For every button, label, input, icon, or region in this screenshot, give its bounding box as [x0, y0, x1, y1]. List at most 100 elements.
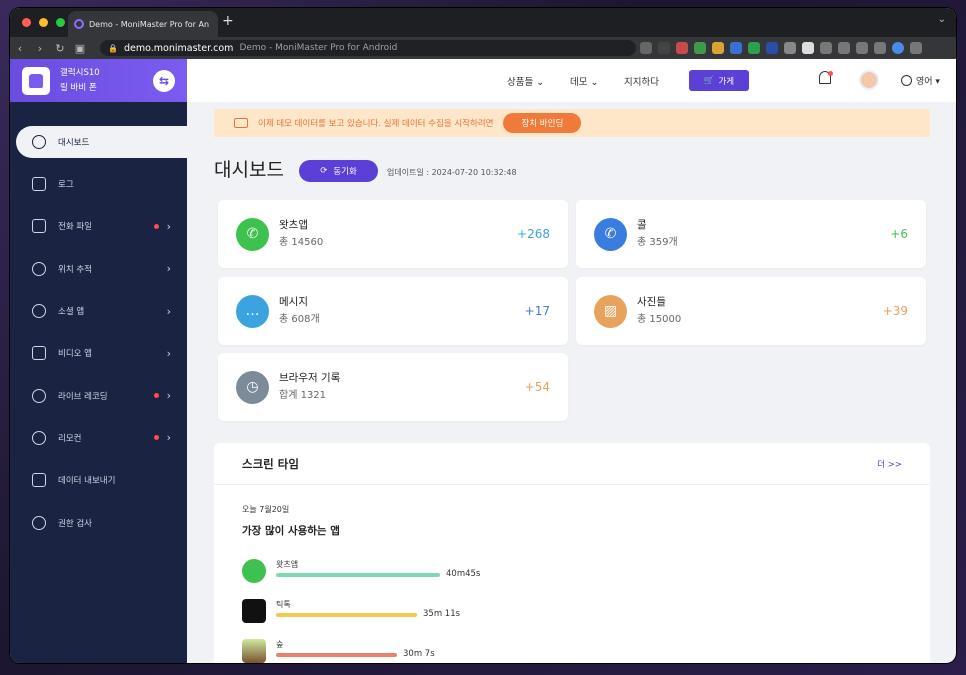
sidebar-item-label: 데이터 내보내기 — [58, 476, 116, 487]
nav-products[interactable]: 상품들 ⌄ — [507, 74, 544, 88]
extension-icon[interactable] — [676, 42, 688, 54]
lock-icon: 🔒 — [108, 43, 118, 53]
card-count: +6 — [890, 227, 908, 241]
language-label: 영어 ▾ — [916, 77, 940, 87]
phone-icon: ✆ — [594, 217, 627, 251]
forward-icon[interactable]: › — [30, 42, 50, 55]
sidebar-item-label: 비디오 앱 — [58, 349, 92, 360]
extension-icon[interactable] — [748, 42, 760, 54]
sidebar-icon[interactable] — [874, 42, 886, 54]
sidebar-item-permission-check[interactable]: 권한 검사 — [10, 501, 187, 543]
url-domain: demo.monimaster.com — [123, 42, 234, 54]
profile-icon[interactable] — [892, 42, 904, 54]
sidebar-item-phone-files[interactable]: 전화 파일 › — [10, 205, 187, 247]
sidebar-item-live-recording[interactable]: 라이브 레코딩 › — [10, 374, 187, 416]
sidebar-item-label: 소셜 앱 — [58, 307, 85, 318]
sidebar-item-remote[interactable]: 리모컨 › — [10, 417, 187, 459]
usage-bar — [276, 573, 440, 577]
switch-device-icon[interactable]: ⇆ — [153, 69, 175, 92]
sync-button-label: 동기화 — [333, 167, 357, 177]
chevron-right-icon: › — [166, 219, 171, 233]
nav-support[interactable]: 지지하다 — [624, 74, 659, 88]
minimize-window-button[interactable] — [39, 18, 48, 27]
bookmark-star-icon[interactable] — [658, 42, 670, 54]
address-bar-row: ‹ › ↻ ▣ 🔒 demo.monimaster.com Demo - Mon… — [10, 37, 956, 59]
sidebar-item-video-apps[interactable]: 비디오 앱 › — [10, 332, 187, 374]
card-total: 총 15000 — [637, 314, 682, 325]
extension-icon[interactable] — [694, 42, 706, 54]
notification-dot — [154, 223, 159, 229]
tab-search-chevron-icon[interactable]: ⌄ — [938, 14, 946, 25]
back-icon[interactable]: ‹ — [10, 42, 30, 55]
extension-icon[interactable] — [712, 42, 724, 54]
more-link[interactable]: 더 >> — [877, 458, 902, 470]
card-title: 메시지 — [279, 296, 308, 308]
usage-time: 35m 11s — [423, 609, 461, 619]
card-title: 콜 — [637, 219, 647, 231]
url-page-title: Demo - MoniMaster Pro for Android — [239, 43, 398, 53]
nav-demo[interactable]: 데모 ⌄ — [570, 74, 598, 88]
location-target-icon — [32, 261, 46, 276]
reader-icon[interactable]: ▣ — [70, 42, 90, 55]
sidebar-item-label: 로그 — [58, 180, 74, 191]
sidebar-menu: 대시보드 로그 전화 파일 › 위치 추적 › 소셜 앱 › 비디오 앱 › 라… — [10, 126, 187, 544]
card-calls[interactable]: ✆ 콜 총 359개 +6 — [576, 200, 926, 268]
microphone-icon — [32, 388, 46, 403]
sidebar-item-location[interactable]: 위치 추적 › — [10, 248, 187, 290]
card-total: 총 608개 — [279, 314, 320, 325]
flag-icon[interactable] — [802, 42, 814, 54]
close-window-button[interactable] — [22, 18, 31, 27]
app-name: 틱톡 — [276, 600, 291, 609]
store-button-label: 가게 — [718, 76, 735, 87]
sidebar: 갤럭시S10 릴 바비 폰 ⇆ 대시보드 로그 전화 파일 › 위치 추적 › … — [10, 59, 187, 663]
extension-icon[interactable] — [730, 42, 742, 54]
cart-icon: 🛒 — [703, 75, 715, 86]
sidebar-item-log[interactable]: 로그 — [10, 163, 187, 205]
browser-tab[interactable]: Demo - MoniMaster Pro for An — [68, 11, 218, 37]
card-whatsapp[interactable]: ✆ 왓츠앱 총 14560 +268 — [218, 200, 568, 268]
puzzle-icon[interactable] — [784, 42, 796, 54]
main-content: 상품들 ⌄ 데모 ⌄ 지지하다 🛒 가게 영어 ▾ 이제 데모 데이터를 보고 … — [187, 59, 956, 663]
download-icon[interactable] — [820, 42, 832, 54]
screenshot-icon[interactable] — [856, 42, 868, 54]
bell-icon[interactable] — [817, 71, 833, 89]
card-total: 총 359개 — [637, 237, 678, 248]
app-name: 숲 — [276, 640, 284, 649]
kebab-menu-icon[interactable] — [910, 42, 922, 54]
store-button[interactable]: 🛒 가게 — [689, 70, 749, 91]
reload-icon[interactable]: ↻ — [50, 42, 70, 55]
usage-bar — [276, 653, 397, 657]
device-name: 릴 바비 폰 — [60, 82, 97, 93]
language-selector[interactable]: 영어 ▾ — [901, 74, 940, 87]
sidebar-item-dashboard[interactable]: 대시보드 — [16, 126, 187, 158]
chat-bubble-icon — [32, 304, 46, 319]
chevron-right-icon: › — [166, 389, 171, 403]
new-tab-button[interactable]: + — [222, 13, 234, 29]
device-header[interactable]: 갤럭시S10 릴 바비 폰 ⇆ — [10, 59, 187, 102]
sidebar-item-social-apps[interactable]: 소셜 앱 › — [10, 290, 187, 332]
video-icon — [32, 346, 46, 361]
card-count: +39 — [882, 304, 908, 318]
share-icon[interactable] — [640, 42, 652, 54]
whatsapp-icon: ✆ — [236, 217, 269, 251]
app-usage-row: 틱톡 35m 11s — [242, 599, 642, 625]
image-icon: ▨ — [594, 294, 627, 328]
message-bubble-icon: … — [236, 294, 269, 328]
sidebar-item-label: 대시보드 — [58, 138, 90, 148]
sidebar-item-data-export[interactable]: 데이터 내보내기 — [10, 459, 187, 501]
card-browser-history[interactable]: ◷ 브라우저 기록 합계 1321 +54 — [218, 353, 568, 421]
extension-icon[interactable] — [766, 42, 778, 54]
url-input[interactable]: 🔒 demo.monimaster.com Demo - MoniMaster … — [100, 40, 636, 56]
card-title: 브라우저 기록 — [279, 372, 341, 384]
bind-device-button[interactable]: 장치 바인딩 — [503, 113, 582, 133]
banner-text: 이제 데모 데이터를 보고 있습니다. 실제 데이터 수집을 시작하려면 — [258, 119, 494, 129]
screen-time-title: 스크린 타임 — [242, 456, 299, 471]
avatar[interactable] — [859, 70, 879, 90]
sync-button[interactable]: ⟳ 동기화 — [299, 160, 378, 182]
maximize-window-button[interactable] — [56, 18, 65, 27]
card-photos[interactable]: ▨ 사진들 총 15000 +39 — [576, 277, 926, 345]
cast-icon[interactable] — [838, 42, 850, 54]
card-messages[interactable]: … 메시지 총 608개 +17 — [218, 277, 568, 345]
device-model: 갤럭시S10 — [60, 67, 100, 78]
extension-icons — [640, 42, 922, 54]
